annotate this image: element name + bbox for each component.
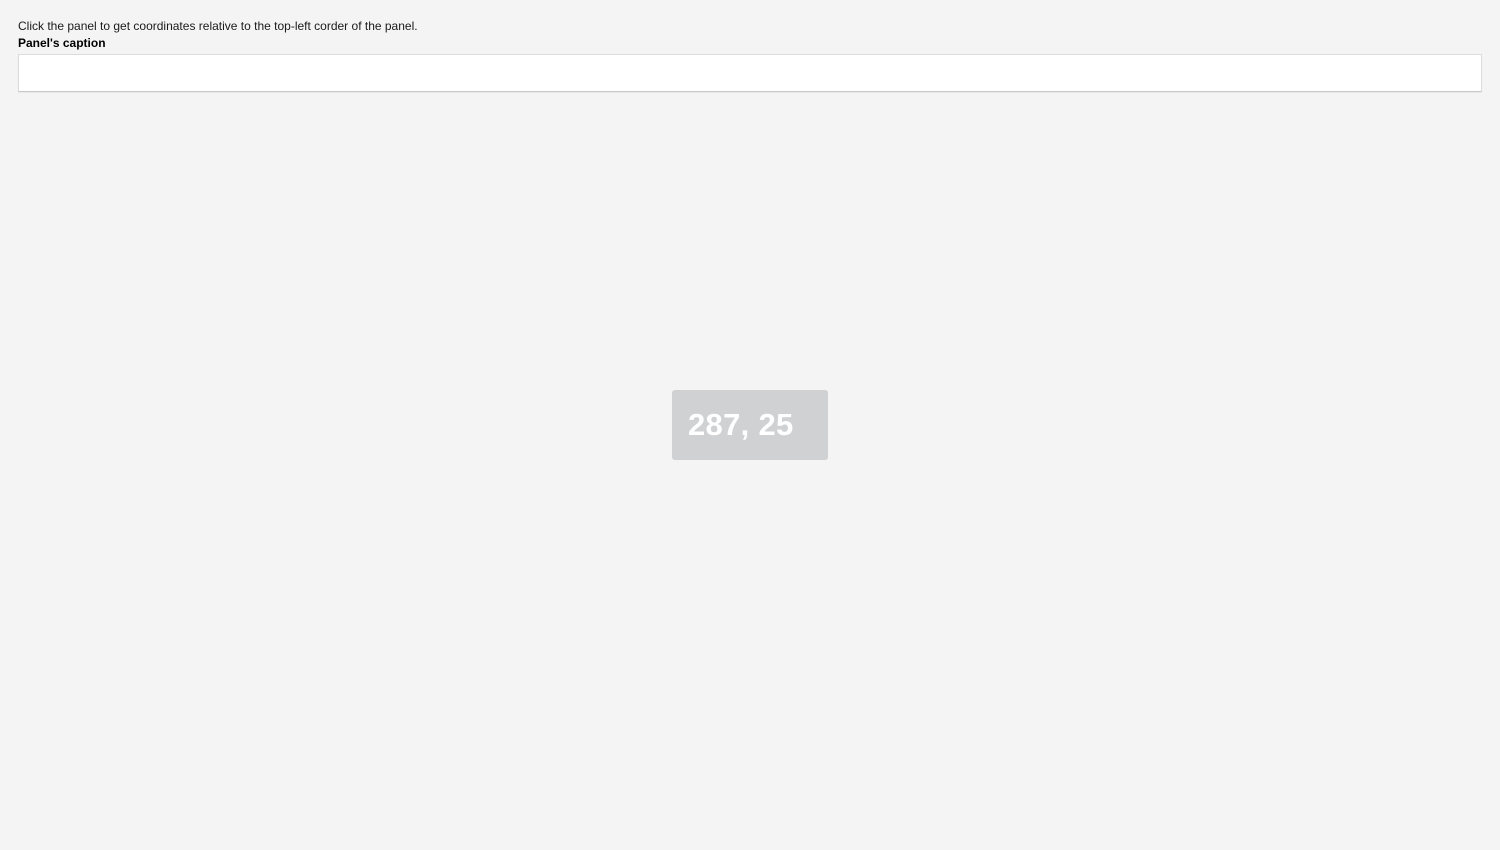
instructions-text: Click the panel to get coordinates relat…	[18, 19, 418, 33]
coordinates-toast: 287, 25	[672, 390, 828, 460]
click-panel[interactable]	[18, 54, 1482, 92]
coordinates-readout: 287, 25	[688, 407, 794, 442]
panel-caption: Panel's caption	[18, 36, 106, 50]
